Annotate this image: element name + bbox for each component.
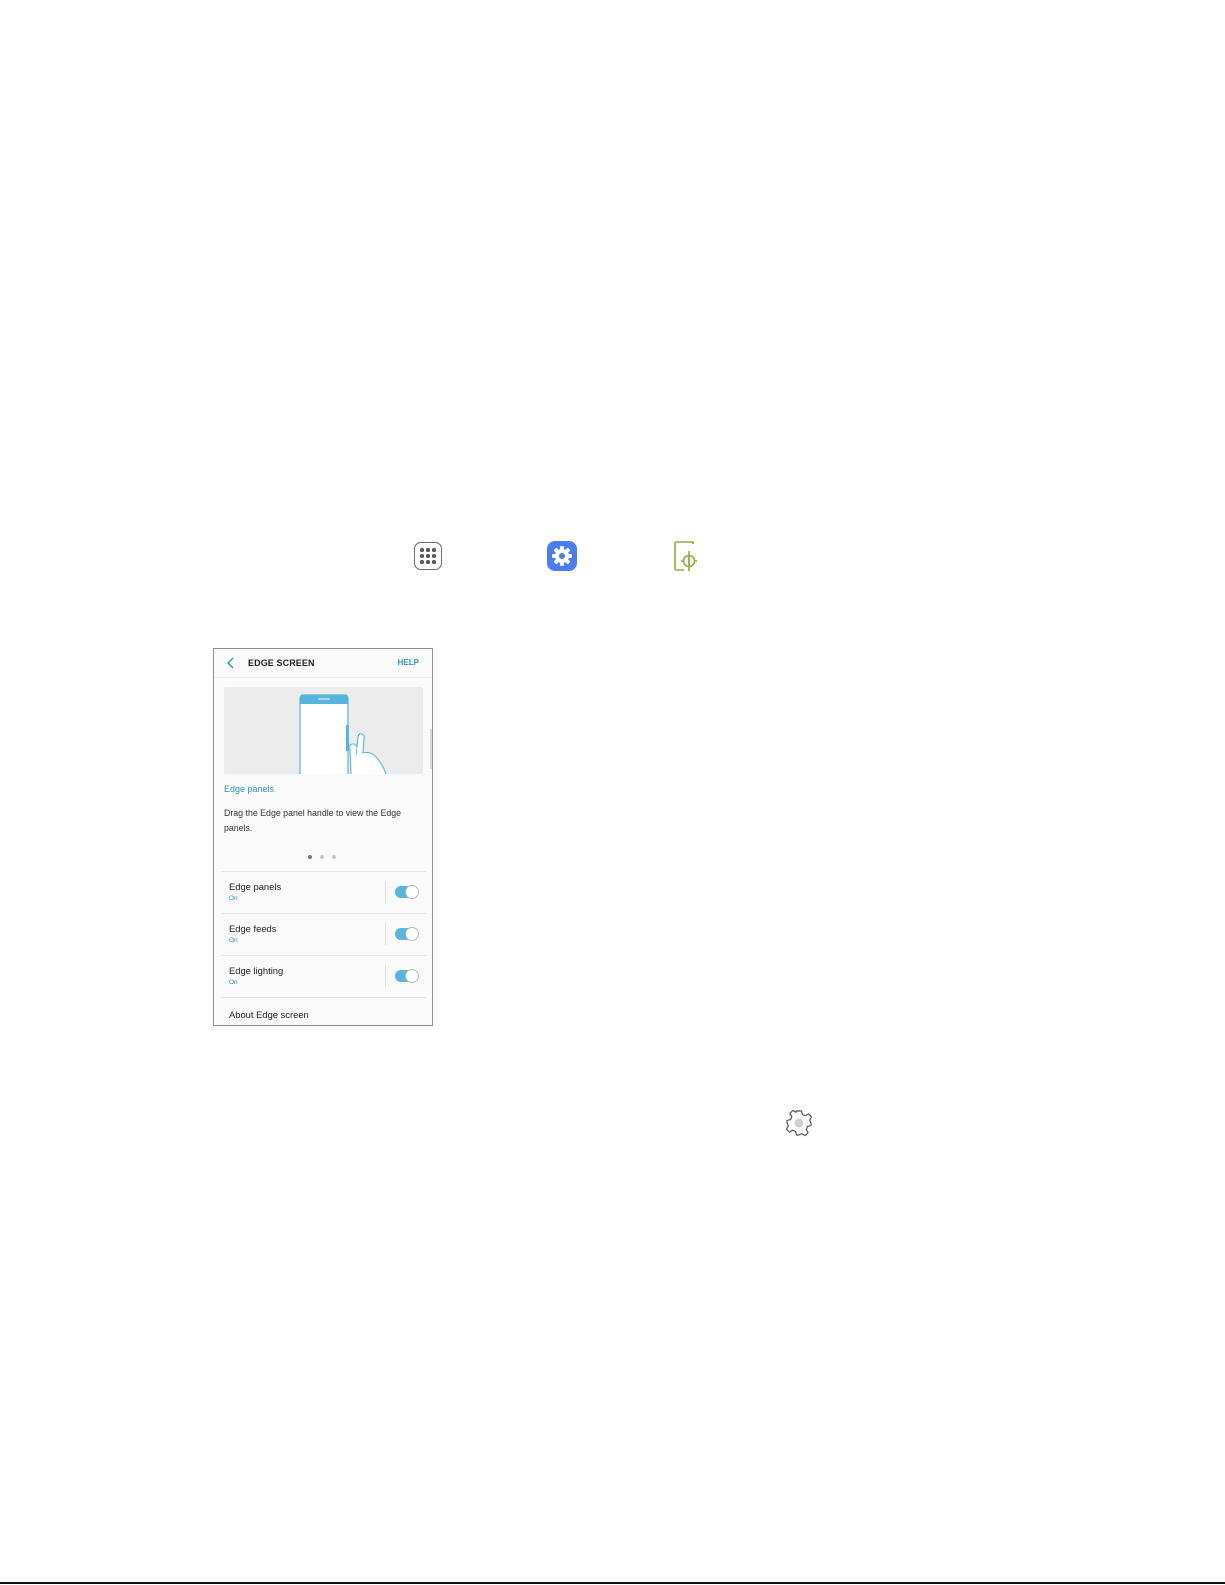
setting-row-edge-panels[interactable]: Edge panels On	[221, 871, 426, 913]
settings-gear-icon	[547, 541, 577, 571]
manual-page: EDGE SCREEN HELP Edge panels Drag the Ed…	[0, 0, 1225, 1585]
about-label: About Edge screen	[229, 1009, 309, 1020]
setting-row-edge-feeds[interactable]: Edge feeds On	[221, 913, 426, 955]
page-title: EDGE SCREEN	[248, 658, 315, 668]
phone-hand-illustration	[299, 694, 387, 774]
page-dot	[332, 855, 336, 859]
edge-screen-icon	[674, 541, 697, 571]
edge-panel-illustration	[224, 687, 423, 774]
back-arrow-icon[interactable]	[224, 655, 238, 671]
edge-screen-screenshot: EDGE SCREEN HELP Edge panels Drag the Ed…	[213, 648, 433, 1026]
edge-lighting-toggle[interactable]	[395, 969, 419, 983]
scrollbar	[430, 729, 432, 769]
setting-label: Edge feeds	[229, 923, 277, 934]
about-edge-screen-item[interactable]: About Edge screen	[221, 997, 426, 1025]
setting-label: Edge lighting	[229, 965, 284, 976]
page-dot	[320, 855, 324, 859]
row-divider	[385, 923, 386, 945]
setting-row-edge-lighting[interactable]: Edge lighting On	[221, 955, 426, 997]
setting-label: Edge panels	[229, 881, 282, 892]
page-bottom-rule	[0, 1582, 1225, 1584]
apps-grid-icon	[414, 542, 442, 570]
setting-status: On	[229, 937, 238, 944]
row-divider	[385, 965, 386, 987]
edge-feeds-toggle[interactable]	[395, 927, 419, 941]
setting-status: On	[229, 895, 238, 902]
gear-outline-icon	[785, 1109, 813, 1137]
page-dot-active	[308, 855, 312, 859]
edge-panels-toggle[interactable]	[395, 885, 419, 899]
settings-list: Edge panels On Edge feeds On Edge lighti…	[221, 871, 426, 1025]
row-divider	[385, 881, 386, 903]
setting-status: On	[229, 979, 238, 986]
feature-title: Edge panels	[224, 784, 275, 794]
help-button[interactable]: HELP	[398, 658, 419, 667]
feature-description: Drag the Edge panel handle to view the E…	[224, 808, 402, 833]
app-bar: EDGE SCREEN HELP	[214, 649, 432, 678]
